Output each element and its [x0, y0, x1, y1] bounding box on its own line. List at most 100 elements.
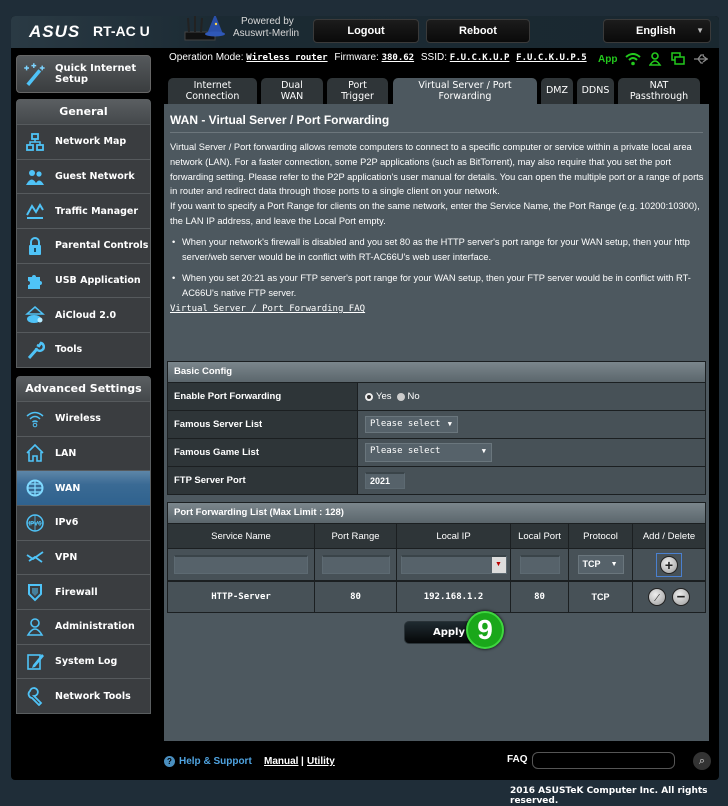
logout-button[interactable]: Logout	[313, 19, 419, 43]
description-paragraph-2: If you want to specify a Port Range for …	[170, 201, 700, 226]
sidebar-item-network-map[interactable]: Network Map	[17, 124, 150, 159]
sidebar-item-tools[interactable]: Tools	[17, 332, 150, 367]
sidebar-item-system-log[interactable]: System Log	[17, 643, 150, 679]
local-port-input[interactable]	[519, 555, 560, 574]
famous-server-value: Please select	[370, 419, 441, 429]
delete-rule-button[interactable]: −	[672, 588, 690, 606]
sidebar-item-guest-network[interactable]: Guest Network	[17, 158, 150, 194]
sidebar-item-label: Traffic Manager	[55, 205, 139, 217]
radio-no[interactable]	[396, 392, 405, 401]
sidebar-item-vpn[interactable]: VPN	[17, 539, 150, 575]
ssid-24-link[interactable]: F.U.C.K.U.P	[450, 53, 510, 63]
cloud-icon	[25, 306, 45, 324]
quick-internet-setup-button[interactable]: Quick Internet Setup	[16, 55, 151, 93]
chevron-down-icon: ▼	[696, 26, 704, 35]
firmware-link[interactable]: 380.62	[382, 53, 415, 63]
tab-port-trigger[interactable]: Port Trigger	[327, 78, 388, 104]
tab-virtual-server-port-forwarding[interactable]: Virtual Server / Port Forwarding	[393, 78, 537, 105]
sidebar-item-traffic-manager[interactable]: Traffic Manager	[17, 193, 150, 229]
general-menu-header: General	[17, 100, 150, 124]
manual-link[interactable]: Manual	[264, 756, 298, 767]
faq-search-input[interactable]	[532, 752, 675, 769]
service-name-input[interactable]	[174, 555, 308, 574]
sidebar-item-firewall[interactable]: Firewall	[17, 574, 150, 609]
sidebar: Quick Internet Setup General Network Map G…	[16, 55, 151, 714]
sidebar-item-wan[interactable]: WAN	[17, 470, 150, 505]
famous-game-select[interactable]: Please select ▼	[365, 443, 492, 462]
tab-internet-connection[interactable]: Internet Connection	[168, 78, 257, 104]
basic-config-header: Basic Config	[168, 362, 705, 382]
new-rule-row: ▼ TCP ▼ +	[168, 548, 705, 580]
row-actions: ⁄ −	[633, 582, 705, 612]
reboot-button[interactable]: Reboot	[426, 19, 530, 43]
sidebar-item-aicloud-2-0[interactable]: AiCloud 2.0	[17, 297, 150, 333]
tab-label-line2: Trigger	[341, 90, 374, 102]
sidebar-item-parental-controls[interactable]: Parental Controls	[17, 228, 150, 263]
wrench-icon	[27, 341, 45, 359]
sidebar-item-usb-application[interactable]: USB Application	[17, 262, 150, 298]
sidebar-item-network-tools[interactable]: Network Tools	[17, 678, 150, 713]
home-icon	[26, 444, 44, 463]
tab-nat-passthrough[interactable]: NAT Passthrough	[618, 78, 700, 104]
famous-server-select[interactable]: Please select ▼	[365, 416, 458, 433]
app-link[interactable]: App	[598, 54, 617, 65]
vpn-icon	[26, 551, 44, 564]
local-ip-input[interactable]: ▼	[400, 555, 507, 574]
protocol-select[interactable]: TCP ▼	[577, 555, 624, 574]
advanced-menu: Advanced Settings Wireless LAN WAN IPV6 IPv6…	[16, 375, 151, 714]
search-icon[interactable]: ⌕	[693, 752, 711, 770]
language-value: English	[636, 25, 676, 37]
sidebar-item-administration[interactable]: Administration	[17, 608, 150, 644]
faq-link[interactable]: Virtual Server / Port Forwarding FAQ	[170, 302, 706, 317]
cell-service-name: HTTP-Server	[168, 582, 315, 612]
sidebar-item-wireless[interactable]: Wireless	[17, 400, 150, 436]
usb-status-icon[interactable]	[693, 54, 709, 64]
tab-dual-wan[interactable]: Dual WAN	[261, 78, 323, 104]
wifi-status-icon[interactable]	[625, 52, 642, 66]
chevron-down-icon: ▼	[447, 420, 452, 428]
protocol-value: TCP	[582, 559, 601, 569]
ssid-5-link[interactable]: F.U.C.K.U.P.5	[516, 53, 586, 63]
help-icon: ?	[164, 756, 175, 767]
radio-no-label: No	[407, 391, 420, 402]
note-item: When your network's firewall is disabled…	[170, 235, 706, 265]
sidebar-item-label: Parental Controls	[55, 240, 149, 252]
chevron-down-icon: ▼	[610, 561, 618, 568]
log-edit-icon	[27, 654, 44, 671]
clients-status-icon[interactable]	[649, 52, 663, 66]
cell-local-ip: 192.168.1.2	[397, 582, 511, 612]
operation-mode-link[interactable]: Wireless router	[246, 53, 327, 63]
tab-ddns[interactable]: DDNS	[577, 78, 614, 104]
language-select[interactable]: English ▼	[603, 19, 711, 43]
sidebar-item-label: LAN	[55, 447, 77, 459]
svg-text:IPV6: IPV6	[28, 521, 42, 527]
devices-status-icon[interactable]	[671, 52, 686, 66]
general-menu: General Network Map Guest Network Traffic …	[16, 99, 151, 368]
sidebar-item-lan[interactable]: LAN	[17, 435, 150, 471]
tab-label-line1: Dual	[281, 80, 303, 91]
sidebar-item-label: System Log	[55, 655, 118, 667]
radio-yes[interactable]	[365, 392, 373, 401]
local-ip-dropdown-button[interactable]: ▼	[491, 557, 506, 573]
sidebar-item-label: Network Tools	[55, 690, 131, 702]
enable-port-forwarding-label: Enable Port Forwarding	[168, 383, 358, 410]
ftp-port-input[interactable]: 2021	[365, 472, 405, 489]
status-icons: App	[598, 52, 709, 66]
port-range-input[interactable]	[321, 555, 390, 574]
cell-local-port: 80	[511, 582, 569, 612]
column-header: Port Range	[315, 524, 397, 548]
edit-rule-button[interactable]: ⁄	[648, 588, 666, 606]
admin-user-icon	[26, 617, 44, 636]
sidebar-item-ipv6[interactable]: IPV6 IPv6	[17, 504, 150, 540]
footer-separator: |	[301, 756, 304, 767]
tab-label-line1: NAT	[649, 80, 669, 91]
step-number-badge: 9	[466, 611, 504, 649]
help-support-link[interactable]: Help & Support	[179, 756, 252, 767]
add-rule-button[interactable]: +	[656, 552, 682, 577]
network-tools-icon	[27, 687, 43, 707]
column-header: Service Name	[168, 524, 315, 548]
utility-link[interactable]: Utility	[307, 756, 335, 767]
tab-dmz[interactable]: DMZ	[541, 78, 573, 104]
pf-column-headers: Service Name Port Range Local IP Local P…	[168, 523, 705, 548]
famous-game-label: Famous Game List	[168, 439, 358, 466]
